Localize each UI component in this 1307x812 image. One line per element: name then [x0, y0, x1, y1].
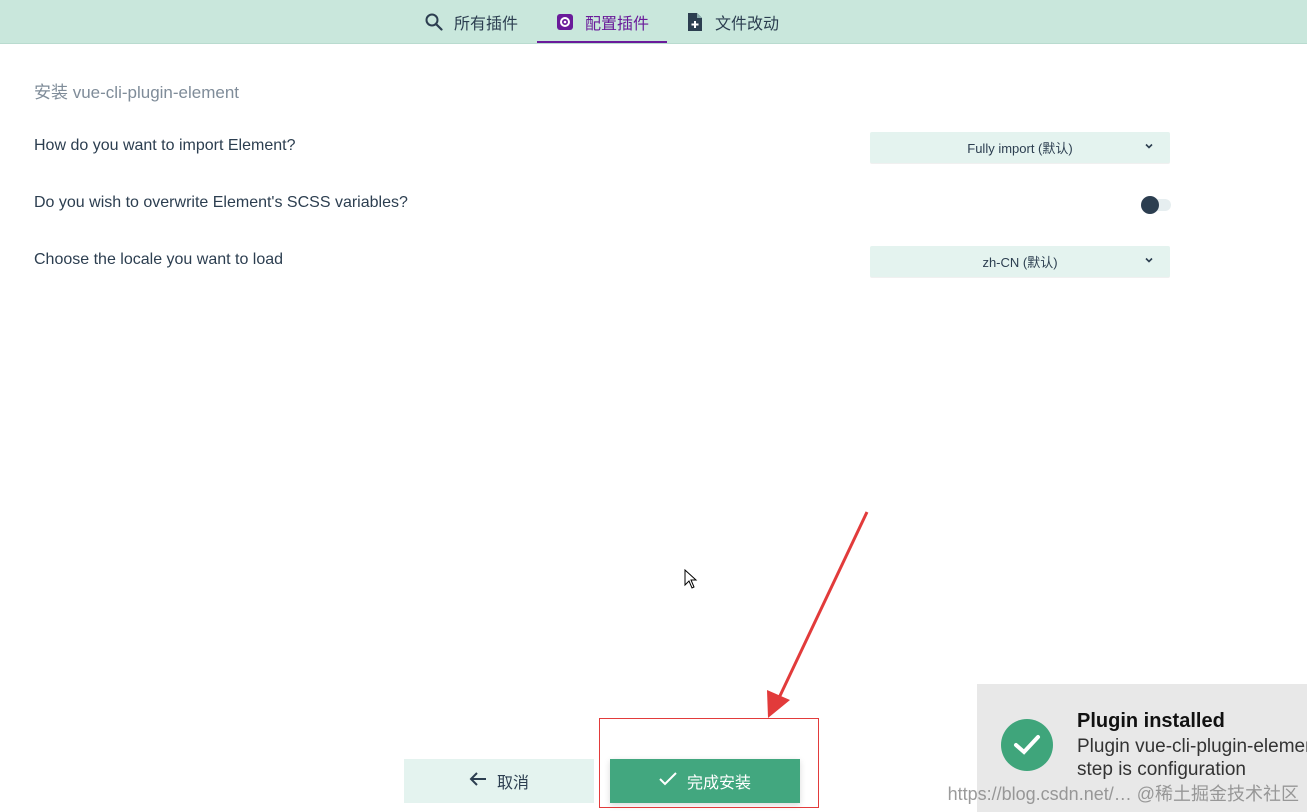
tab-label: 配置插件: [585, 15, 650, 33]
select-value: zh-CN (默认): [982, 255, 1058, 270]
success-check-icon: [1001, 719, 1053, 771]
gear-icon: [555, 12, 575, 32]
chevron-down-icon: [1144, 254, 1154, 268]
finish-install-button[interactable]: 完成安装: [610, 759, 800, 803]
mouse-cursor-icon: [684, 568, 698, 594]
scss-toggle[interactable]: [1141, 195, 1171, 215]
locale-select[interactable]: zh-CN (默认): [870, 246, 1170, 277]
page-title: 安装 vue-cli-plugin-element: [34, 83, 240, 102]
chevron-down-icon: [1144, 140, 1154, 154]
finish-label: 完成安装: [686, 775, 751, 792]
question-locale-label: Choose the locale you want to load: [34, 251, 284, 268]
check-icon: [659, 771, 677, 791]
select-value: Fully import (默认): [967, 141, 1073, 156]
search-icon: [424, 12, 444, 32]
toggle-knob: [1141, 196, 1159, 214]
arrow-left-icon: [469, 771, 487, 792]
tab-label: 所有插件: [454, 15, 519, 33]
notification-body: Plugin vue-cli-plugin-element installed,…: [1077, 736, 1307, 780]
cancel-button[interactable]: 取消: [404, 759, 594, 803]
cancel-label: 取消: [496, 775, 529, 792]
tab-bar: 所有插件 配置插件 文件改动: [0, 0, 1307, 44]
tab-configure-plugin[interactable]: 配置插件: [537, 0, 668, 43]
question-scss-label: Do you wish to overwrite Element's SCSS …: [34, 194, 408, 211]
file-plus-icon: [685, 12, 705, 32]
plugin-config-page: 所有插件 配置插件 文件改动 安装 vue-cli-plugin-element…: [0, 0, 1307, 812]
tab-file-changes[interactable]: 文件改动: [685, 0, 779, 43]
tab-label: 文件改动: [715, 15, 780, 33]
question-import-label: How do you want to import Element?: [34, 137, 296, 154]
import-select[interactable]: Fully import (默认): [870, 132, 1170, 163]
watermark: https://blog.csdn.net/… @稀土掘金技术社区: [947, 784, 1299, 804]
active-tab-indicator: [537, 41, 668, 43]
notification-title: Plugin installed: [1077, 710, 1225, 732]
tab-all-plugins[interactable]: 所有插件: [424, 0, 518, 43]
